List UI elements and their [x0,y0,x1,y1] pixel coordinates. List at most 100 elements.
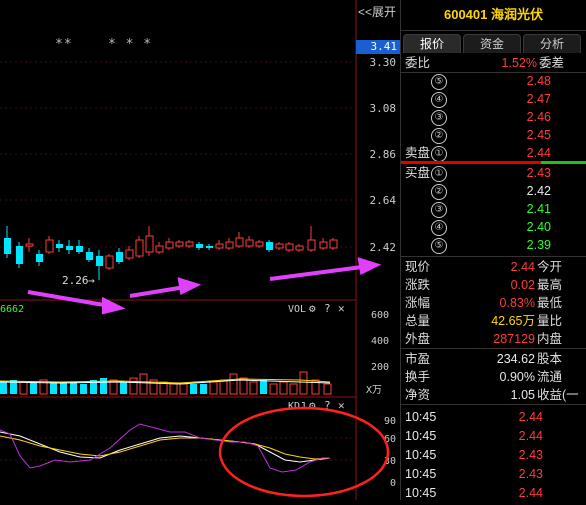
candle-body [266,242,273,250]
sell-level-row[interactable]: ⑤ 2.48 [401,72,586,90]
quote-label: 现价 [405,260,431,274]
fundamental-value: 0.90% [499,370,535,384]
chart-area[interactable]: 3.30 3.08 2.86 2.64 2.42 ** * * * 2.26 →… [0,0,400,500]
buy-level-row[interactable]: 买盘 ① 2.43 [401,164,586,182]
tab-quote[interactable]: 报价 [403,34,461,53]
gear-icon[interactable]: ⚙ [309,399,316,412]
vol-label: VOL [288,304,306,315]
candle-body [145,235,154,253]
quote-row: 现价 2.44 今开 [401,258,586,276]
help-icon[interactable]: ? [324,302,331,315]
stock-name: 海润光伏 [491,7,544,22]
candle-body [165,241,174,249]
candlesticks [4,226,338,280]
level-price: 2.41 [526,202,551,216]
volume-bar [50,382,57,394]
level-number: ③ [431,110,447,126]
buy-level-row[interactable]: ④ 2.40 [401,218,586,236]
tick-time: 10:45 [405,486,437,500]
kdj-tick: 90 [384,416,396,427]
ratio-label: 委比 [405,56,431,70]
volume-bar [299,371,308,395]
volume-bar [0,382,7,394]
buy-level-row[interactable]: ② 2.42 [401,182,586,200]
highlight-circle [218,406,390,498]
volume-bar [70,382,77,394]
level-number: ② [431,128,447,144]
quote-label-2: 最高 [537,278,563,292]
kline-svg[interactable]: 3.30 3.08 2.86 2.64 2.42 ** * * * 2.26 →… [0,0,400,500]
ratio-value: 1.52% [501,56,537,70]
level-number: ③ [431,202,447,218]
kdj-axis: 90 60 30 0 [384,416,396,489]
volume-bar [323,383,332,395]
tick-time: 10:45 [405,410,437,424]
volume-bars [0,371,332,395]
tick-time: 10:45 [405,429,437,443]
buy-level-row[interactable]: ③ 2.41 [401,200,586,218]
vol-tick: 400 [371,336,389,347]
candle-body [135,239,144,257]
sell-level-row[interactable]: 卖盘 ① 2.44 [401,144,586,162]
level-number: ④ [431,220,447,236]
level-price: 2.40 [526,220,551,234]
sell-buy-divider-red [401,161,541,164]
level-number: ④ [431,92,447,108]
candle-body [175,241,184,247]
level-number: ⑤ [431,238,447,254]
price-grid [0,61,356,248]
buy-level-row[interactable]: ⑤ 2.39 [401,236,586,254]
tick-row: 10:45 2.43 [401,465,586,483]
close-icon[interactable]: ✕ [338,399,345,412]
candle-body [245,239,254,247]
close-icon[interactable]: ✕ [338,302,345,315]
tab-bar: 报价 资金 分析 [403,34,586,53]
candle-body [16,246,23,264]
quote-label-2: 量比 [537,314,563,328]
low-price-label: 2.26 [62,274,89,287]
price-tick: 3.08 [370,102,397,115]
candle-body [215,243,224,249]
candle-body [225,241,234,249]
fundamental-label: 市盈 [405,352,431,366]
gear-icon[interactable]: ⚙ [309,302,316,315]
sell-level-row[interactable]: ④ 2.47 [401,90,586,108]
volume-bar [179,383,188,395]
quote-value: 287129 [493,332,535,346]
low-price-arrow: → [88,274,95,287]
quote-label: 外盘 [405,332,431,346]
volume-bar [120,382,127,394]
level-label: 卖盘 [405,146,431,160]
level-number: ② [431,184,447,200]
fundamental-label: 净资 [405,388,431,402]
level-price: 2.48 [526,74,551,88]
level-price: 2.46 [526,110,551,124]
price-axis: 3.30 3.08 2.86 2.64 2.42 [370,56,397,254]
tick-row: 10:45 2.44 [401,427,586,445]
fundamental-label: 换手 [405,370,431,384]
level-price: 2.43 [526,166,551,180]
candle-body [275,243,284,249]
candle-body [285,243,294,251]
expand-button[interactable]: <<展开 [356,3,398,21]
candle-body [105,255,114,269]
kdj-k-line [0,431,331,463]
volume-bar [139,373,148,395]
sell-level-row[interactable]: ② 2.45 [401,126,586,144]
fundamental-label-2: 股本 [537,352,563,366]
current-price-badge: 3.41 [356,40,400,54]
quote-value: 2.44 [510,260,535,274]
quote-label-2: 最低 [537,296,563,310]
volume-bar [80,384,87,394]
volume-bar [190,384,197,394]
tab-analysis[interactable]: 分析 [523,34,581,53]
tick-price: 2.43 [518,467,543,481]
volume-bar [219,379,228,395]
quote-label-2: 今开 [537,260,563,274]
tab-funds[interactable]: 资金 [463,34,521,53]
vol-axis: 600 400 200 X万 [366,310,389,396]
tick-time: 10:45 [405,467,437,481]
quote-row: 外盘 287129 内盘 [401,330,586,348]
volume-bar [200,384,207,394]
sell-level-row[interactable]: ③ 2.46 [401,108,586,126]
